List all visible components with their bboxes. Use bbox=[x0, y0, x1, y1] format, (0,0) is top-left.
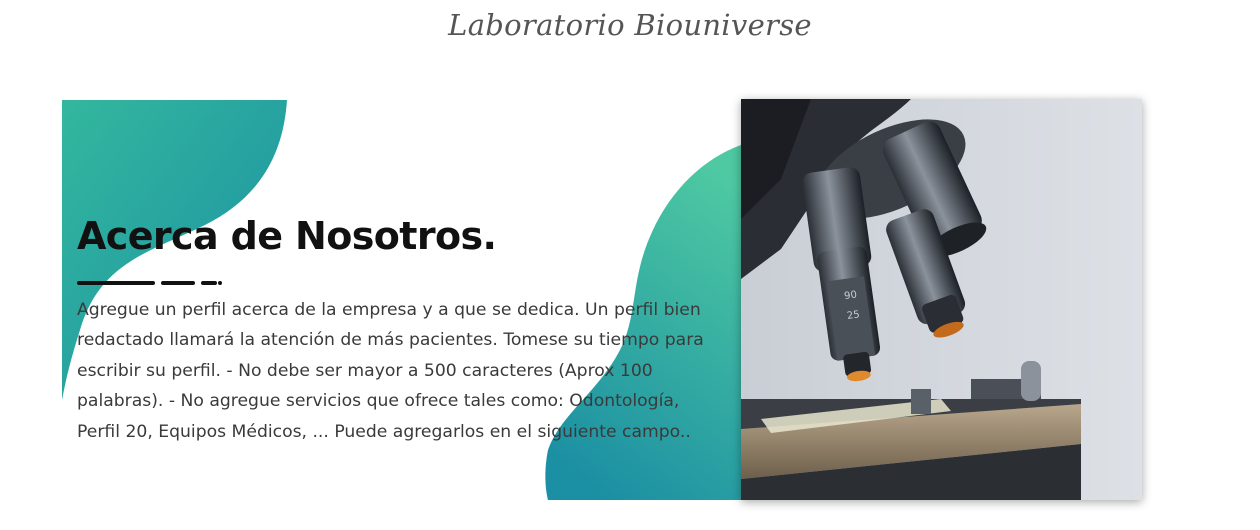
about-heading: Acerca de Nosotros. bbox=[77, 214, 497, 258]
svg-text:25: 25 bbox=[846, 309, 860, 322]
about-description: Agregue un perfil acerca de la empresa y… bbox=[77, 300, 704, 442]
microscope-photo: 90 25 bbox=[741, 99, 1142, 500]
svg-text:90: 90 bbox=[844, 289, 858, 302]
page: Laboratorio Biouniverse 90 25 Acerca de … bbox=[0, 0, 1260, 530]
